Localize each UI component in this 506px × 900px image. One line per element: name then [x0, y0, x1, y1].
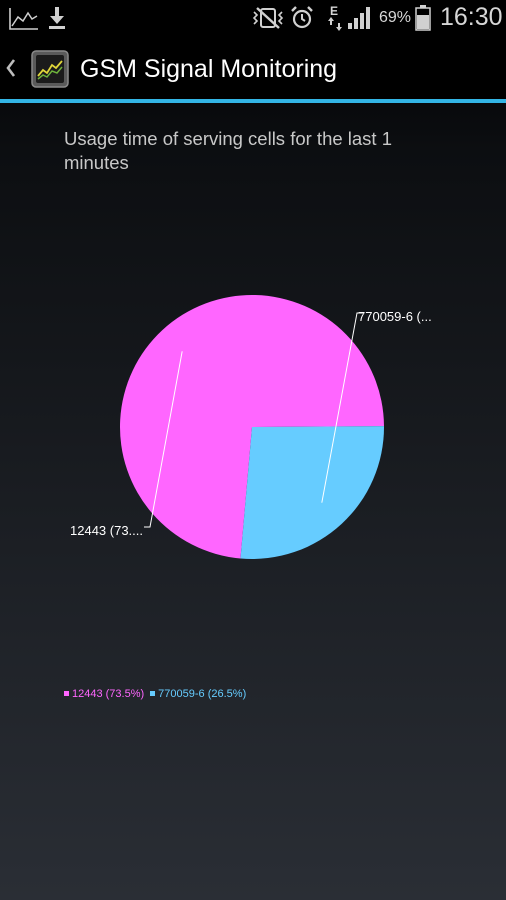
legend-swatch — [150, 691, 156, 696]
slice-callout-label: 770059-6 (... — [358, 309, 432, 324]
legend-swatch — [64, 691, 69, 696]
legend-item: 770059-6 (26.5%) — [150, 688, 246, 700]
legend-item: 12443 (73.5%) — [64, 688, 144, 700]
screen: E 69% 16:30 GSM Signal Monitoring Usage … — [0, 0, 506, 900]
pie-chart: 12443 (73.... 770059-6 (... — [70, 295, 432, 559]
legend-label: 770059-6 (26.5%) — [158, 688, 247, 700]
chart-legend: 12443 (73.5%) 770059-6 (26.5%) — [64, 688, 252, 700]
pie-slice — [240, 426, 384, 559]
legend-label: 12443 (73.5%) — [72, 688, 145, 700]
slice-callout-label: 12443 (73.... — [70, 523, 143, 538]
